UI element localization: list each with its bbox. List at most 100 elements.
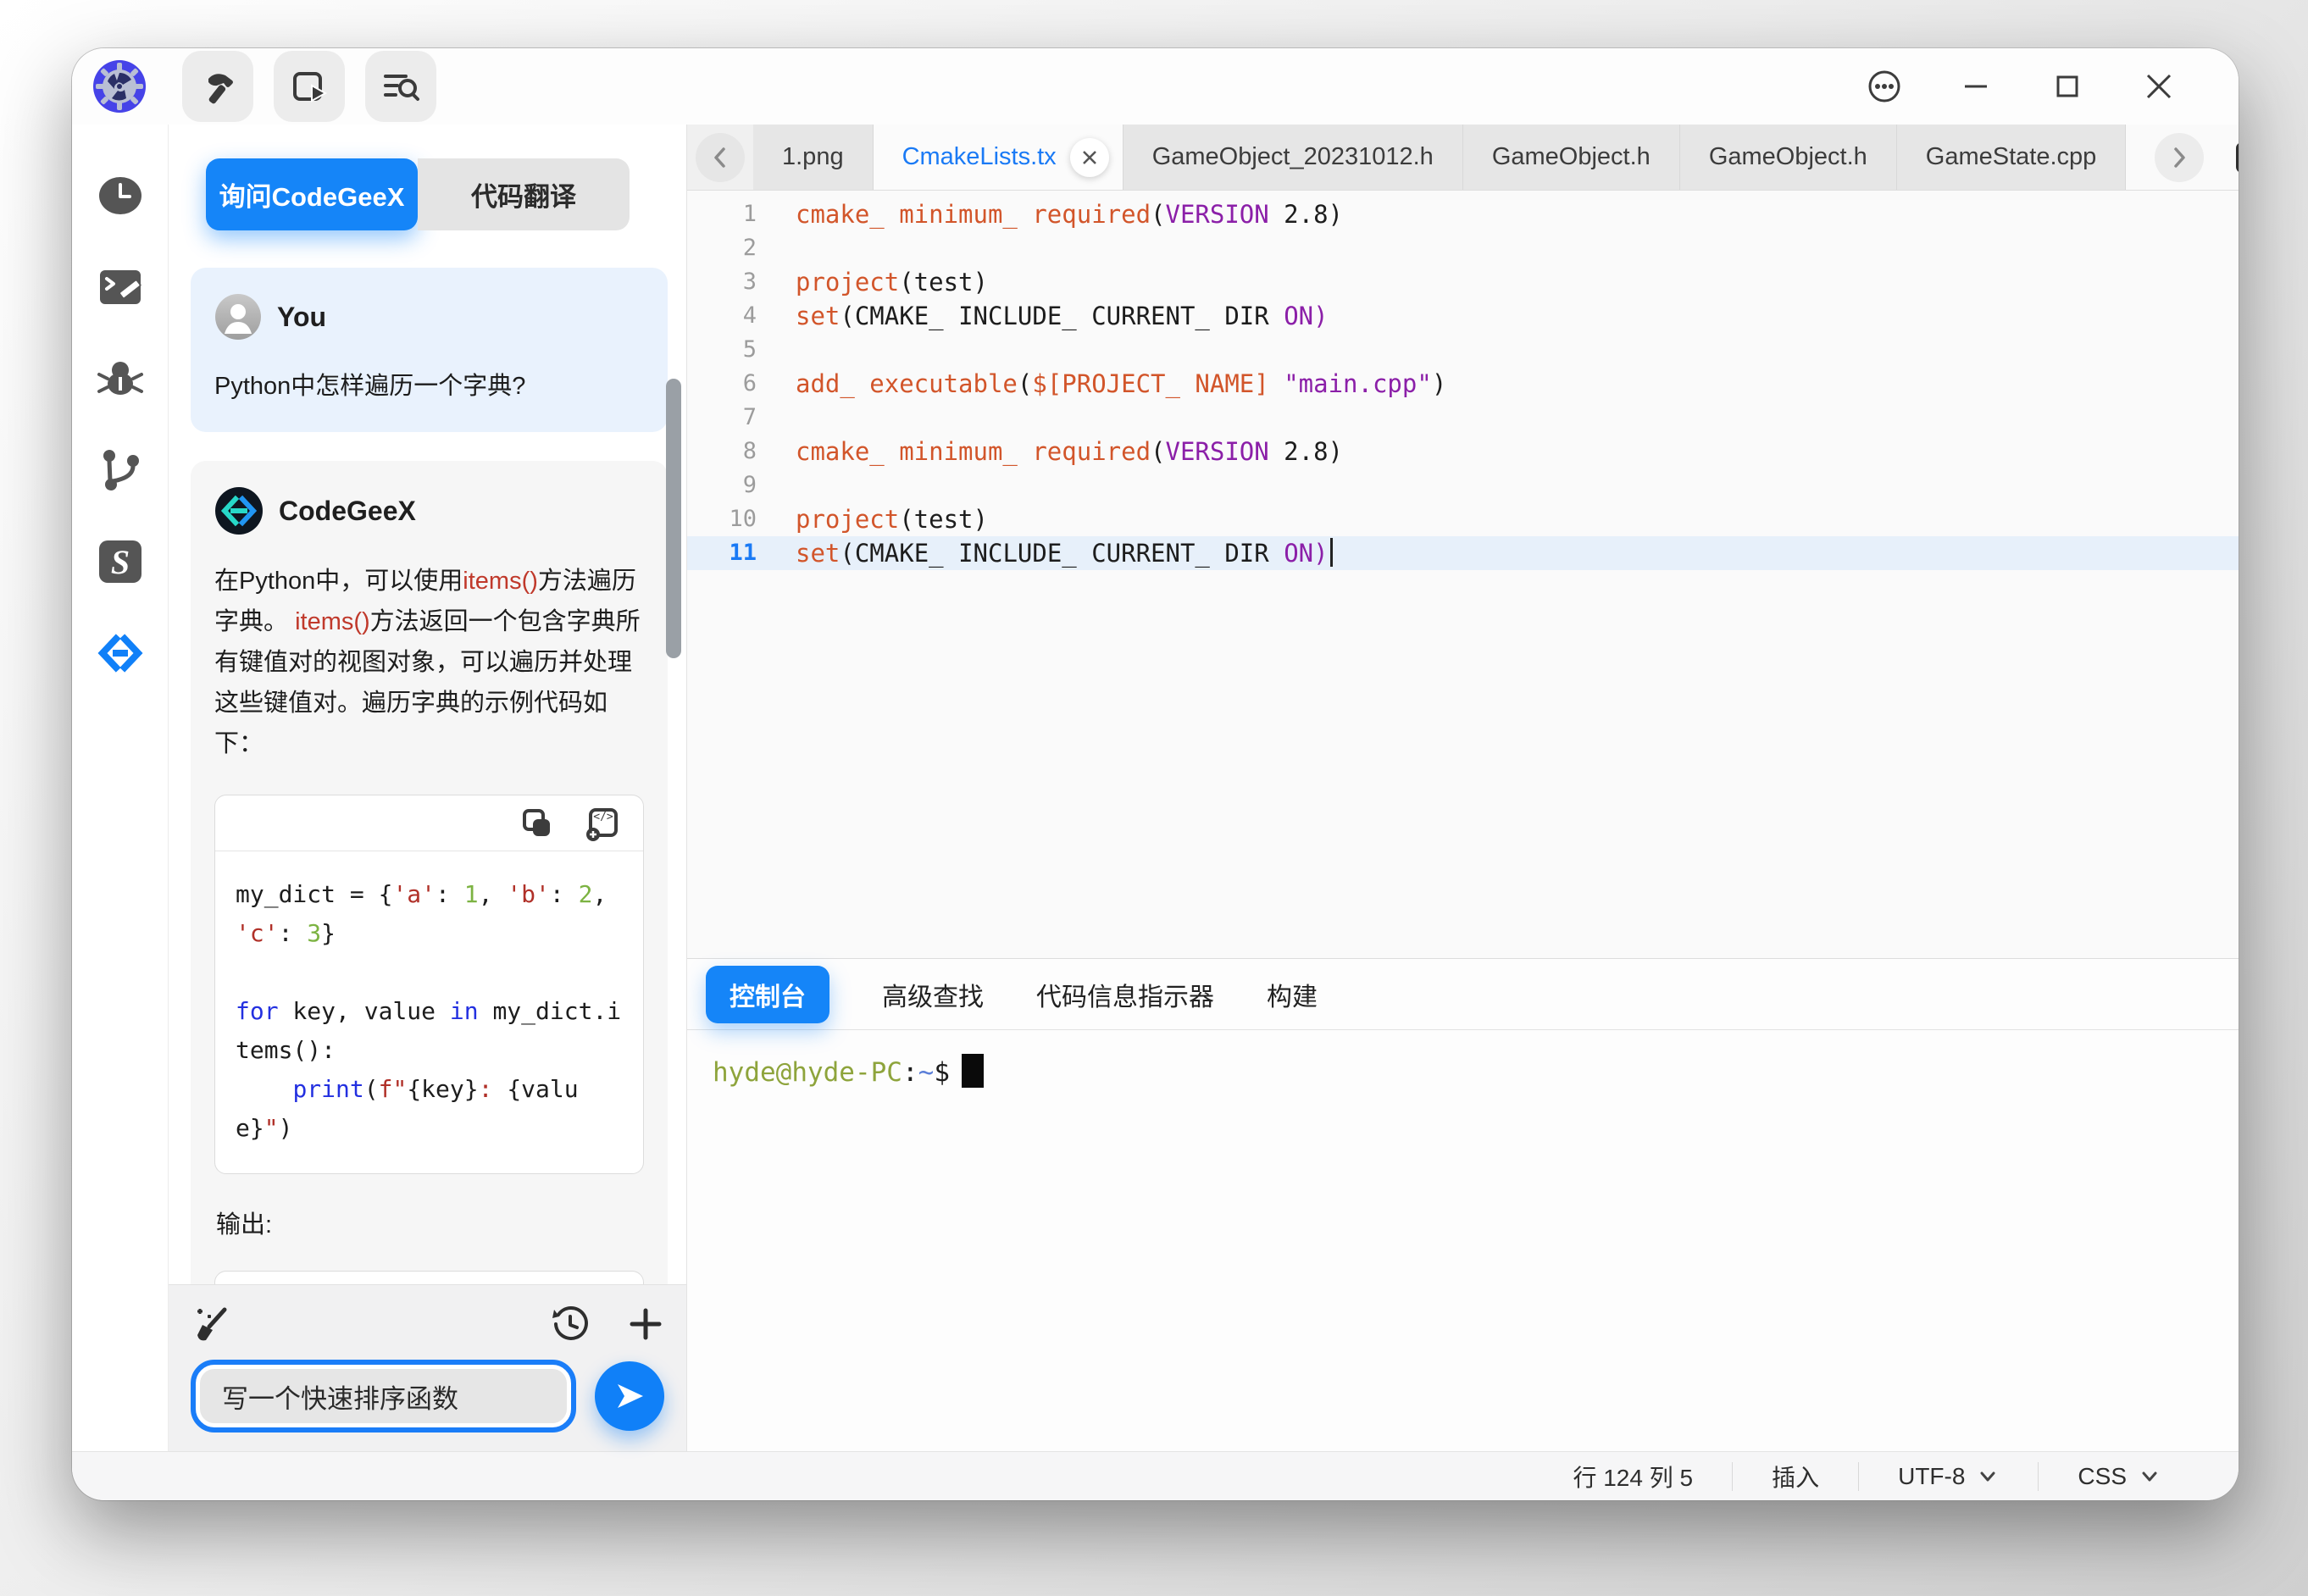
chat-output-block: </> a: 1b: 2c: 3 [214,1271,644,1284]
build-button[interactable] [182,51,253,122]
tabs-scroll-right-button[interactable] [2155,133,2204,182]
chat-scroll-area[interactable]: 询问CodeGeeX代码翻译 You Pyt [169,125,686,1284]
editor-tab-1[interactable]: CmakeLists.tx [874,125,1123,190]
svg-text:</>: </> [593,811,613,823]
chat-input[interactable] [200,1369,567,1423]
editor-line-4[interactable]: 4set(CMAKE_ INCLUDE_ CURRENT_ DIR ON) [687,299,2239,333]
git-branch-icon [97,447,143,493]
text-cursor [1330,538,1333,567]
more-options-button[interactable] [1854,56,1915,117]
chevron-left-icon [696,133,745,182]
editor-line-7[interactable]: 7 [687,401,2239,435]
status-bar: 行 124 列 5 插入 UTF-8 CSS [72,1451,2239,1500]
editor-line-1[interactable]: 1cmake_ minimum_ required(VERSION 2.8) [687,197,2239,231]
tabs-scroll-left-button[interactable] [687,125,753,190]
chevron-down-icon [1977,1466,1999,1488]
code-line: my_dict = {'a': 1, 'b': 2, 'c': 3} [236,875,623,953]
svn-icon: S [97,538,144,585]
chat-code-block: </> my_dict = {'a': 1, 'b': 2, 'c': 3} f… [214,795,644,1174]
user-message-text: Python中怎样遍历一个字典? [214,366,644,407]
copy-code-icon[interactable] [519,806,555,841]
editor-line-5[interactable]: 5 [687,333,2239,367]
bottom-tab-0[interactable]: 控制台 [706,966,829,1023]
list-search-icon [380,66,421,107]
insert-code-icon[interactable]: </> [584,805,621,842]
sidebar-item-svn[interactable]: S [93,535,147,589]
sidebar-item-codegeex[interactable] [93,626,147,680]
terminal-edit-icon [97,263,144,311]
search-in-files-button[interactable] [365,51,436,122]
chat-tab-1[interactable]: 代码翻译 [418,158,630,230]
chat-scrollbar[interactable] [666,379,681,658]
sidebar-item-terminal-editor[interactable] [93,260,147,314]
app-logo-icon [92,59,147,114]
language-selector[interactable]: CSS [2078,1463,2161,1490]
bottom-tab-3[interactable]: 构建 [1267,966,1318,1023]
sidebar-item-source-control[interactable] [93,443,147,497]
editor-line-9[interactable]: 9 [687,468,2239,502]
output-label: 输出: [216,1205,644,1240]
terminal[interactable]: hyde@hyde-PC:~$ [687,1030,2239,1451]
new-chat-icon[interactable] [627,1305,664,1343]
editor-pane: 1.pngCmakeLists.txGameObject_20231012.hG… [687,125,2239,1451]
ai-message-author: CodeGeeX [279,496,416,527]
minimize-icon [1961,72,1990,101]
clock-icon [97,173,143,219]
split-horizontal-icon[interactable] [2233,139,2239,176]
code-line: for key, value in my_dict.items(): [236,992,623,1070]
code-line [236,953,623,992]
editor-tabbar: 1.pngCmakeLists.txGameObject_20231012.hG… [687,125,2239,191]
hammer-icon [198,67,237,106]
chat-tab-0[interactable]: 询问CodeGeeX [206,158,418,230]
editor-line-2[interactable]: 2 [687,231,2239,265]
activity-bar: S [72,125,169,1451]
tab-close-icon[interactable] [1070,138,1109,177]
sidebar-item-history[interactable] [93,169,147,223]
send-button[interactable] [595,1361,664,1431]
chevron-right-icon [2155,133,2204,182]
close-button[interactable] [2128,56,2189,117]
code-line: print(f"{key}: {value}") [236,1070,623,1148]
ai-intro-text: 在Python中，可以使用items()方法遍历字典。 items()方法返回一… [214,561,644,764]
editor-tab-3[interactable]: GameObject.h [1463,125,1680,190]
cursor-position[interactable]: 行 124 列 5 [1573,1460,1693,1493]
user-avatar [214,293,262,341]
chat-mode-tabs: 询问CodeGeeX代码翻译 [206,158,668,230]
run-button[interactable] [274,51,345,122]
editor-line-8[interactable]: 8cmake_ minimum_ required(VERSION 2.8) [687,435,2239,468]
terminal-cursor [962,1054,984,1088]
minimize-button[interactable] [1945,56,2006,117]
user-message-author: You [277,302,326,333]
run-icon [290,67,329,106]
history-icon[interactable] [551,1305,590,1344]
bottom-tab-2[interactable]: 代码信息指示器 [1036,966,1214,1023]
user-message-card: You Python中怎样遍历一个字典? [191,268,668,432]
editor-line-6[interactable]: 6add_ executable($[PROJECT_ NAME] "main.… [687,367,2239,401]
editor-tab-0[interactable]: 1.png [753,125,874,190]
maximize-button[interactable] [2037,56,2098,117]
codegeex-icon [96,629,145,678]
sidebar-item-debug[interactable] [93,352,147,406]
clear-chat-icon[interactable] [191,1303,233,1345]
code-editor[interactable]: 1cmake_ minimum_ required(VERSION 2.8)23… [687,191,2239,958]
chat-input-wrap [191,1360,576,1433]
terminal-prompt: hyde@hyde-PC:~$ [713,1057,950,1088]
editor-tab-5[interactable]: GameState.cpp [1897,125,2127,190]
editor-line-3[interactable]: 3project(test) [687,265,2239,299]
chat-input-area [169,1284,686,1451]
editor-tab-4[interactable]: GameObject.h [1680,125,1897,190]
bottom-tab-1[interactable]: 高级查找 [882,966,984,1023]
insert-mode-indicator[interactable]: 插入 [1772,1460,1819,1493]
encoding-selector[interactable]: UTF-8 [1898,1463,1999,1490]
codegeex-panel: 询问CodeGeeX代码翻译 You Pyt [169,125,687,1451]
editor-tab-2[interactable]: GameObject_20231012.h [1123,125,1463,190]
editor-line-10[interactable]: 10project(test) [687,502,2239,536]
chevron-down-icon [2139,1466,2161,1488]
ai-message-card: CodeGeeX 在Python中，可以使用items()方法遍历字典。 ite… [191,461,668,1284]
titlebar [72,48,2239,125]
close-icon [2144,71,2174,102]
svg-text:S: S [110,543,129,581]
codegeex-avatar [214,486,264,535]
chat-code-content: my_dict = {'a': 1, 'b': 2, 'c': 3} for k… [215,851,643,1173]
editor-line-11[interactable]: 11set(CMAKE_ INCLUDE_ CURRENT_ DIR ON) [687,536,2239,570]
